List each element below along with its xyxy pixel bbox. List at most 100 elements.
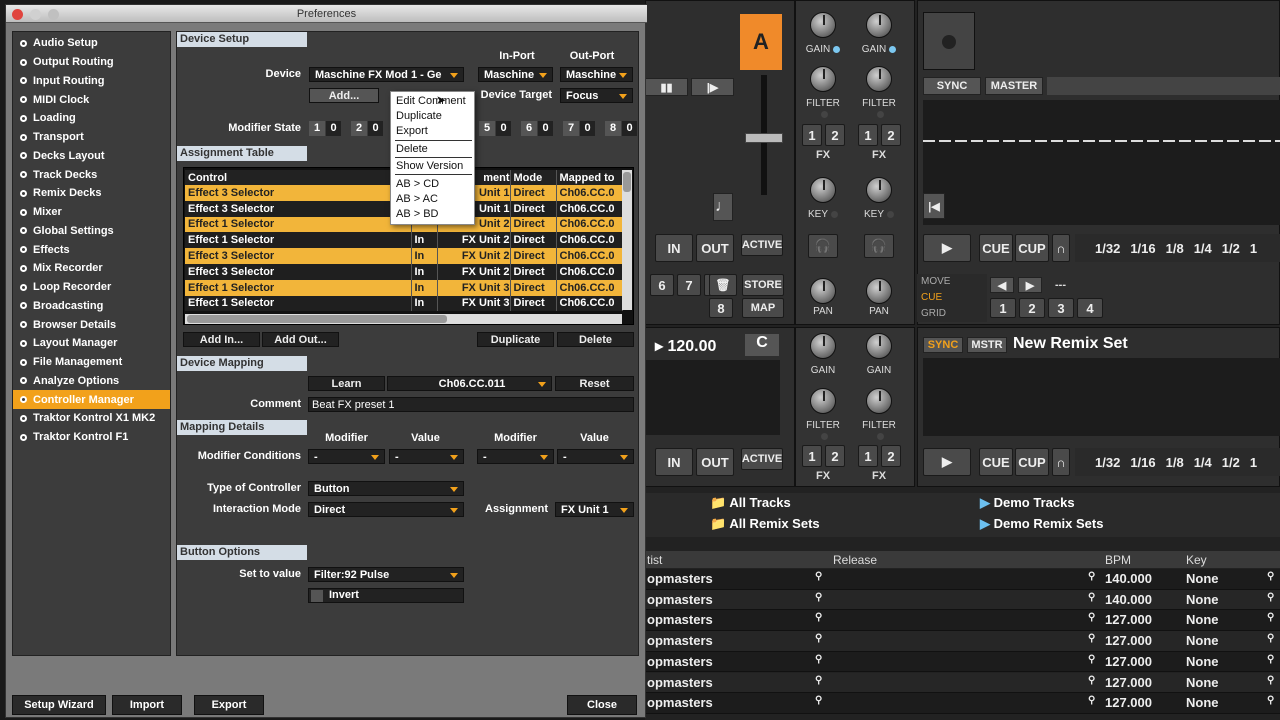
deck-c-active-button[interactable]: ACTIVE — [741, 448, 783, 470]
assignment-select[interactable]: FX Unit 1 — [555, 502, 634, 517]
menu-item-ab-cd[interactable]: AB > CD — [396, 177, 439, 192]
table-hscrollbar[interactable] — [185, 314, 622, 324]
deck-d-cup-button[interactable]: CUP — [1015, 448, 1049, 476]
sidebar-item-remix-decks[interactable]: Remix Decks — [13, 184, 170, 203]
invert-toggle[interactable]: Invert — [308, 588, 464, 603]
filter-knob-c[interactable] — [810, 388, 836, 414]
close-window-icon[interactable] — [12, 9, 23, 20]
pan-knob-a[interactable] — [810, 278, 836, 304]
gain-knob-b[interactable] — [866, 12, 892, 38]
loop-size[interactable]: 1/8 — [1166, 241, 1184, 256]
sidebar-item-browser-details[interactable]: Browser Details — [13, 315, 170, 334]
import-button[interactable]: Import — [112, 695, 182, 715]
fx1-a[interactable]: 1 — [802, 124, 822, 146]
hotcue-b-4[interactable]: 4 — [1077, 298, 1103, 318]
menu-item-show-version[interactable]: Show Version — [396, 159, 463, 174]
deck-a-play-small[interactable]: |▶ — [691, 78, 734, 96]
add-out-button[interactable]: Add Out... — [262, 332, 339, 347]
sidebar-item-analyze-options[interactable]: Analyze Options — [13, 372, 170, 391]
modifier-8-value[interactable]: 0 — [622, 121, 637, 136]
modifier-select-2[interactable]: - — [477, 449, 554, 464]
deck-b-loop-icon[interactable]: ∩ — [1052, 234, 1070, 262]
comment-input[interactable]: Beat FX preset 1 — [308, 397, 634, 412]
export-button[interactable]: Export — [194, 695, 264, 715]
table-row[interactable]: Effect 1 Selector In FX Unit 3 Direct Ch06.C… — [185, 295, 623, 312]
loop-size[interactable]: 1/8 — [1166, 455, 1184, 470]
hotcue-7[interactable]: 7 — [677, 274, 701, 296]
learn-button[interactable]: Learn — [308, 376, 385, 391]
col-key[interactable]: Key — [1186, 553, 1207, 567]
headphone-icon-a[interactable]: 🎧 — [808, 234, 838, 258]
out-port-select[interactable]: Maschine — [560, 67, 633, 82]
sidebar-item-track-decks[interactable]: Track Decks — [13, 165, 170, 184]
map-button[interactable]: MAP — [742, 298, 784, 318]
deck-a-letter[interactable]: A — [740, 14, 782, 70]
loop-size[interactable]: 1 — [1250, 455, 1257, 470]
add-device-button[interactable]: Add... — [309, 88, 379, 103]
filter-knob-d[interactable] — [866, 388, 892, 414]
sidebar-item-loop-recorder[interactable]: Loop Recorder — [13, 278, 170, 297]
sidebar-item-audio-setup[interactable]: Audio Setup — [13, 34, 170, 53]
filter-knob-b[interactable] — [866, 66, 892, 92]
move-back[interactable]: ◀ — [990, 277, 1014, 293]
fx2-a[interactable]: 2 — [825, 124, 845, 146]
deck-d-sync[interactable]: SYNC — [923, 337, 963, 353]
modifier-5-value[interactable]: 0 — [496, 121, 511, 136]
table-row[interactable]: Effect 3 Selector In FX Unit 2 Direct Ch06.C… — [185, 248, 623, 264]
deck-d-loop-icon[interactable]: ∩ — [1052, 448, 1070, 476]
delete-button[interactable]: Delete — [557, 332, 634, 347]
loop-size[interactable]: 1/16 — [1130, 455, 1155, 470]
table-scrollbar[interactable] — [622, 170, 632, 310]
sidebar-item-decks-layout[interactable]: Decks Layout — [13, 147, 170, 166]
master-button-b[interactable]: MASTER — [985, 77, 1043, 95]
table-row[interactable]: Effect 3 Selector In FX Unit 2 Direct Ch06.C… — [185, 263, 623, 280]
list-item[interactable]: opmasters ⚲ ⚲ 127.000 None ⚲ — [645, 651, 1280, 673]
interaction-mode-select[interactable]: Direct — [308, 502, 464, 517]
sidebar-item-mix-recorder[interactable]: Mix Recorder — [13, 259, 170, 278]
sidebar-item-layout-manager[interactable]: Layout Manager — [13, 334, 170, 353]
gain-knob-c[interactable] — [810, 333, 836, 359]
col-artist[interactable]: tist — [647, 553, 662, 567]
menu-item-export[interactable]: Export — [396, 124, 428, 139]
fx2-b[interactable]: 2 — [881, 124, 901, 146]
sidebar-item-transport[interactable]: Transport — [13, 128, 170, 147]
menu-item-edit-comment[interactable]: Edit Comment — [396, 94, 466, 109]
sidebar-item-effects[interactable]: Effects — [13, 240, 170, 259]
deck-a-in-button[interactable]: IN — [655, 234, 693, 262]
list-item[interactable]: opmasters ⚲ ⚲ 140.000 None ⚲ — [645, 569, 1280, 590]
invert-checkbox[interactable] — [311, 590, 323, 602]
deck-d-loop-sizes[interactable]: 1/32 1/16 1/8 1/4 1/2 1 — [1075, 448, 1280, 476]
hotcue-b-3[interactable]: 3 — [1048, 298, 1074, 318]
duplicate-button[interactable]: Duplicate — [477, 332, 554, 347]
deck-b-cue-button[interactable]: CUE — [979, 234, 1013, 262]
close-button[interactable]: Close — [567, 695, 637, 715]
table-row[interactable]: Effect 1 Selector In FX Unit 2 Direct Ch06.C… — [185, 232, 623, 249]
deck-a-btn-left[interactable]: ▮▮ — [645, 78, 688, 96]
fav-all-tracks[interactable]: 📁 All Tracks — [710, 495, 791, 511]
store-button[interactable]: STORE — [742, 274, 784, 296]
deck-b-play-icon[interactable]: ▶ — [923, 234, 971, 262]
modifier-1-value[interactable]: 0 — [326, 121, 341, 136]
device-select[interactable]: Maschine FX Mod 1 - Ge — [309, 67, 464, 82]
tempo-fader-handle[interactable] — [745, 133, 783, 143]
sidebar-item-file-management[interactable]: File Management — [13, 353, 170, 372]
fx2-c[interactable]: 2 — [825, 445, 845, 467]
sidebar-item-traktor-kontrol-x1-mk2[interactable]: Traktor Kontrol X1 MK2 — [13, 409, 170, 428]
loop-size[interactable]: 1/4 — [1194, 241, 1212, 256]
set-to-value-select[interactable]: Filter:92 Pulse — [308, 567, 464, 582]
loop-size[interactable]: 1 — [1250, 241, 1257, 256]
minimize-window-icon[interactable] — [30, 9, 41, 20]
deck-b-rewind[interactable]: |◀ — [923, 193, 945, 219]
col-control[interactable]: Control — [185, 170, 412, 185]
list-item[interactable]: opmasters ⚲ ⚲ 140.000 None ⚲ — [645, 589, 1280, 611]
deck-d-cue-button[interactable]: CUE — [979, 448, 1013, 476]
sidebar-item-output-routing[interactable]: Output Routing — [13, 53, 170, 72]
move-label[interactable]: MOVE — [921, 276, 950, 287]
key-knob-a[interactable] — [810, 177, 836, 203]
deck-d-play-icon[interactable]: ▶ — [923, 448, 971, 476]
pan-knob-b[interactable] — [866, 278, 892, 304]
headphone-icon-b[interactable]: 🎧 — [864, 234, 894, 258]
deck-a-out-button[interactable]: OUT — [696, 234, 734, 262]
menu-item-duplicate[interactable]: Duplicate — [396, 109, 442, 124]
fav-demo-remix[interactable]: ▶ Demo Remix Sets — [980, 516, 1103, 532]
